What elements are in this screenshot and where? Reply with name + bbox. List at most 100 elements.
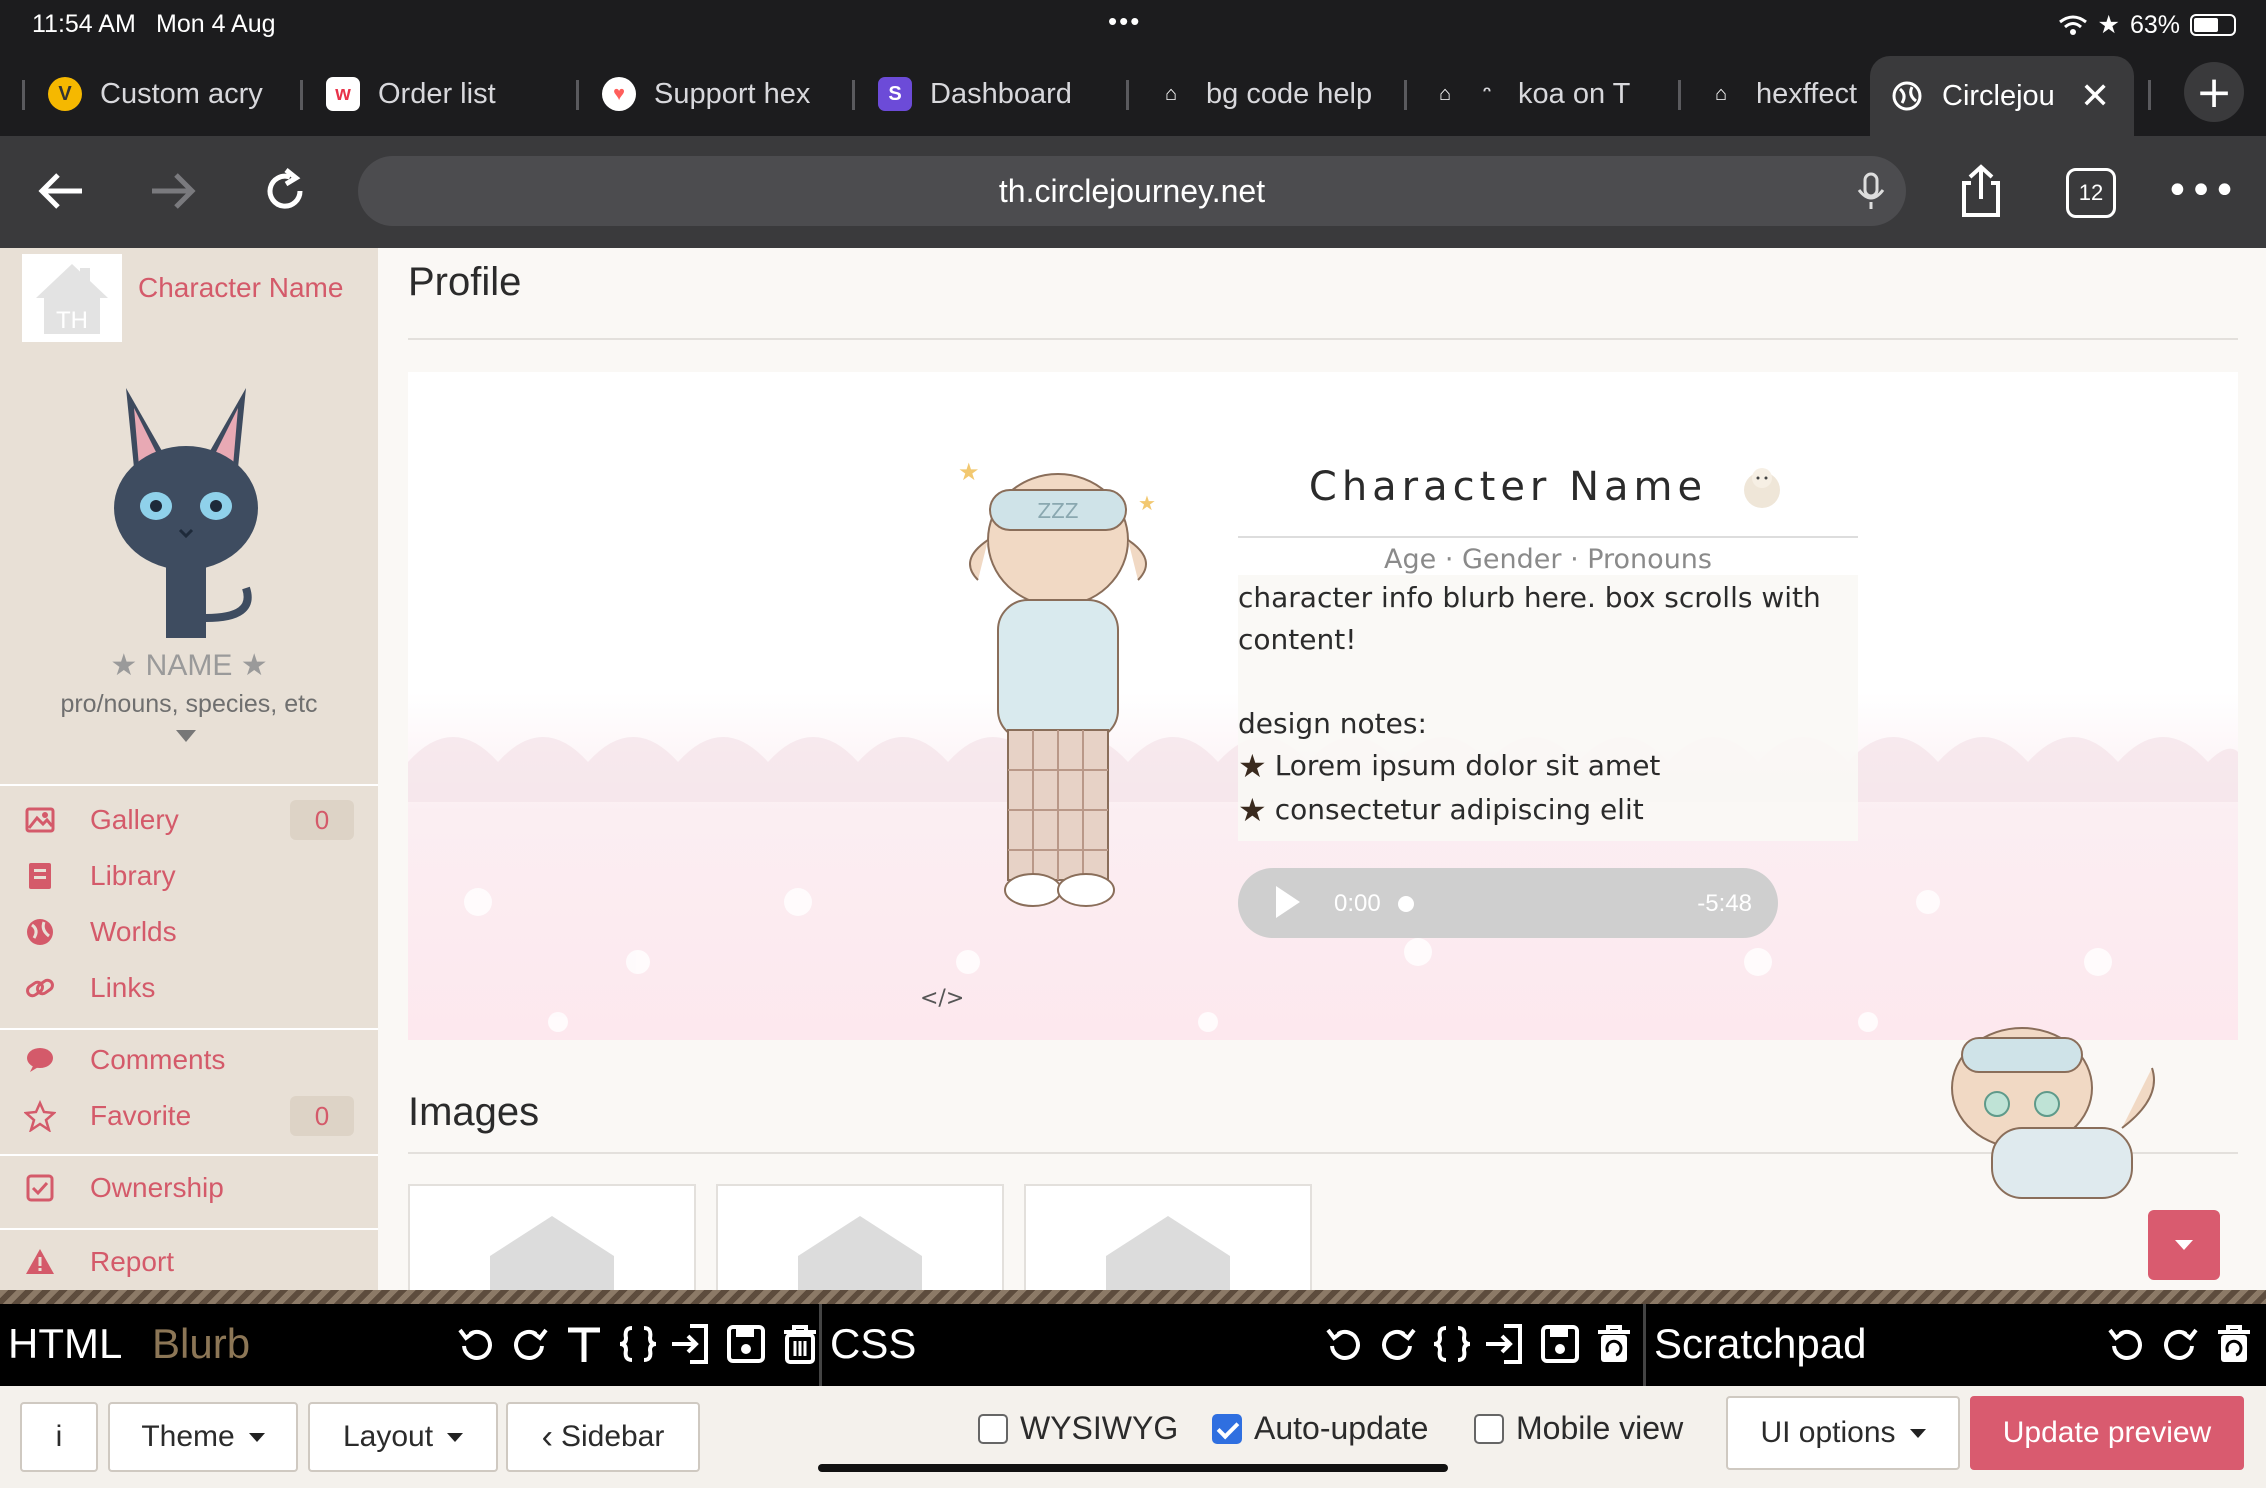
auto-update-checkbox[interactable]: Auto-update xyxy=(1212,1410,1428,1447)
image-thumbnail[interactable] xyxy=(408,1184,696,1290)
character-image[interactable]: ZZZ ★ ★ xyxy=(938,450,1178,920)
scroll-down-button[interactable] xyxy=(2148,1210,2220,1280)
audio-scrub-handle[interactable] xyxy=(1398,896,1414,912)
sidebar-item-report[interactable]: Report xyxy=(0,1234,378,1290)
play-icon[interactable] xyxy=(1276,886,1300,918)
forward-button[interactable] xyxy=(138,156,208,226)
save-icon[interactable] xyxy=(1538,1322,1582,1366)
note-item: Lorem ipsum dolor sit amet xyxy=(1274,749,1661,782)
update-preview-button[interactable]: Update preview xyxy=(1970,1396,2244,1470)
warning-icon xyxy=(26,1249,54,1274)
nav-divider xyxy=(0,1028,378,1030)
info-blurb-scrollbox[interactable]: character info blurb here. box scrolls w… xyxy=(1238,575,1858,841)
tab-bg-code-help[interactable]: ⌂ bg code help xyxy=(1154,66,1380,122)
checkbox-icon xyxy=(26,1174,54,1202)
checkbox-checked-icon[interactable] xyxy=(1212,1413,1242,1444)
html-tab[interactable]: HTML xyxy=(8,1320,122,1368)
book-icon xyxy=(29,863,51,889)
checkbox-unchecked-icon[interactable] xyxy=(1474,1413,1504,1444)
reload-button[interactable] xyxy=(250,156,320,226)
wifi-icon xyxy=(2058,15,2087,35)
tab-separator xyxy=(576,80,579,110)
placeholder-house-icon xyxy=(490,1216,614,1290)
text-format-icon[interactable] xyxy=(562,1322,606,1366)
toyhouse-logo-icon[interactable]: TH xyxy=(22,254,122,342)
name-line: ★ NAME ★ xyxy=(0,648,378,683)
battery-percent: 63% xyxy=(2129,10,2180,39)
sidebar-name: NAME xyxy=(145,649,233,682)
expand-caret-icon[interactable] xyxy=(176,730,196,742)
braces-icon[interactable] xyxy=(616,1322,660,1366)
tab-count-button[interactable]: 12 xyxy=(2066,168,2116,218)
tab-order-list[interactable]: w Order list xyxy=(326,66,556,122)
toyhouse-icon: ⌂ xyxy=(1164,82,1178,105)
import-icon[interactable] xyxy=(1484,1322,1528,1366)
share-button[interactable] xyxy=(1946,156,2016,226)
multitask-dots-icon[interactable]: ••• xyxy=(1108,6,1141,37)
back-button[interactable] xyxy=(26,156,96,226)
layout-dropdown[interactable]: Layout xyxy=(308,1402,498,1472)
undo-icon[interactable] xyxy=(1322,1322,1366,1366)
scratchpad-tab[interactable]: Scratchpad xyxy=(1654,1320,1866,1368)
avatar[interactable] xyxy=(96,368,276,668)
theme-dropdown[interactable]: Theme xyxy=(108,1402,298,1472)
share-icon xyxy=(1962,164,2000,217)
trash-icon[interactable] xyxy=(778,1322,822,1366)
battery-icon xyxy=(2190,14,2236,36)
status-time: 11:54 AM xyxy=(32,10,136,38)
ui-options-dropdown[interactable]: UI options xyxy=(1726,1396,1960,1470)
svg-text:TH: TH xyxy=(56,307,88,334)
more-menu-button[interactable]: ••• xyxy=(2166,156,2237,226)
sidebar-item-worlds[interactable]: Worlds xyxy=(0,904,378,960)
checkbox-unchecked-icon[interactable] xyxy=(978,1413,1008,1444)
tab-hexffect[interactable]: ⌂ hexffect xyxy=(1704,66,1870,122)
save-icon[interactable] xyxy=(724,1322,768,1366)
new-tab-button[interactable]: + xyxy=(2184,62,2244,122)
code-credit-icon[interactable]: </> xyxy=(920,986,964,1011)
tab-separator xyxy=(1126,80,1129,110)
sheep-icon xyxy=(1744,468,1781,508)
info-box: Character Name Age · Gender · Pronouns c… xyxy=(1238,462,1858,841)
wysiwyg-checkbox[interactable]: WYSIWYG xyxy=(978,1410,1178,1447)
tab-strip: V Custom acry w Order list ♥ Support hex… xyxy=(0,52,2266,136)
sidebar-item-links[interactable]: Links xyxy=(0,960,378,1016)
address-bar[interactable]: th.circlejourney.net xyxy=(358,156,1906,226)
undo-icon[interactable] xyxy=(454,1322,498,1366)
sidebar-toggle-button[interactable]: ‹ Sidebar xyxy=(506,1402,700,1472)
redo-icon[interactable] xyxy=(1376,1322,1420,1366)
tab-support-hex[interactable]: ♥ Support hex xyxy=(602,66,828,122)
info-button[interactable]: i xyxy=(20,1402,98,1472)
sidebar-item-favorite[interactable]: Favorite 0 xyxy=(0,1088,378,1144)
import-icon[interactable] xyxy=(670,1322,714,1366)
mobile-view-checkbox[interactable]: Mobile view xyxy=(1474,1410,1683,1447)
trash-restore-icon[interactable] xyxy=(2212,1322,2256,1366)
resize-handle[interactable] xyxy=(0,1290,2266,1304)
tab-separator xyxy=(852,80,855,110)
tab-circlejourney-active[interactable]: Circlejou ✕ xyxy=(1870,56,2134,136)
home-indicator[interactable] xyxy=(818,1464,1448,1472)
css-tab[interactable]: CSS xyxy=(830,1320,916,1368)
sidebar-item-comments[interactable]: Comments xyxy=(0,1032,378,1088)
sidebar-item-ownership[interactable]: Ownership xyxy=(0,1160,378,1216)
star-icon xyxy=(24,1100,56,1132)
sidebar-character-name[interactable]: Character Name xyxy=(138,272,343,304)
tab-koa[interactable]: ⌂ ᵔ koa on T xyxy=(1428,66,1654,122)
image-thumbnail[interactable] xyxy=(1024,1184,1312,1290)
undo-icon[interactable] xyxy=(2104,1322,2148,1366)
image-thumbnail[interactable] xyxy=(716,1184,1004,1290)
chevron-left-icon: ‹ xyxy=(541,1417,553,1456)
redo-icon[interactable] xyxy=(2158,1322,2202,1366)
tab-dashboard[interactable]: S Dashboard xyxy=(878,66,1108,122)
blurb-tab[interactable]: Blurb xyxy=(152,1320,250,1368)
trash-restore-icon[interactable] xyxy=(1592,1322,1636,1366)
close-tab-icon[interactable]: ✕ xyxy=(2080,75,2110,117)
tab-custom-acry[interactable]: V Custom acry xyxy=(48,66,274,122)
audio-player[interactable]: 0:00 -5:48 xyxy=(1238,868,1778,938)
design-notes-label: design notes: xyxy=(1238,707,1427,740)
microphone-icon[interactable] xyxy=(1856,172,1886,210)
sidebar-item-library[interactable]: Library xyxy=(0,848,378,904)
note-item: consectetur adipiscing elit xyxy=(1274,793,1644,826)
braces-icon[interactable] xyxy=(1430,1322,1474,1366)
redo-icon[interactable] xyxy=(508,1322,552,1366)
sidebar-item-gallery[interactable]: Gallery 0 xyxy=(0,792,378,848)
